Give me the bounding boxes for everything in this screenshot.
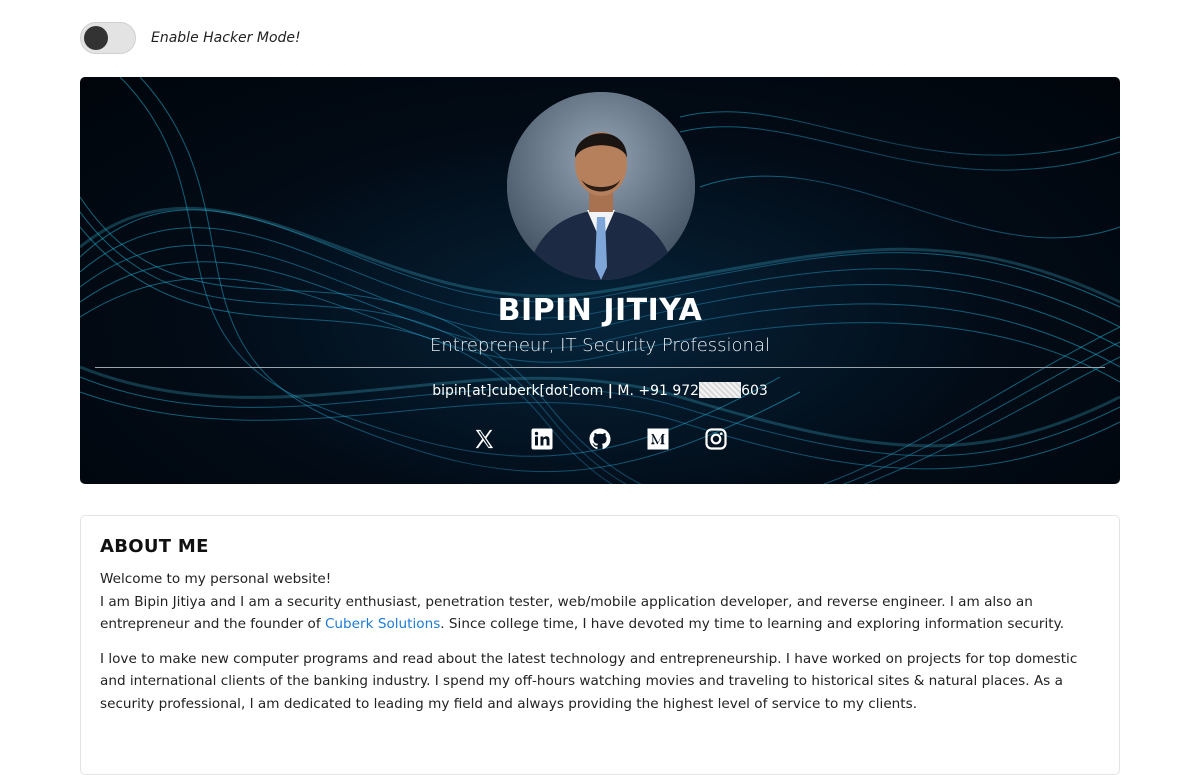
about-paragraph-1: Welcome to my personal website! I am Bip… [100,568,1100,636]
instagram-icon[interactable] [704,427,728,451]
about-section: ABOUT ME Welcome to my personal website!… [80,515,1120,775]
contact-phone-suffix: 603 [741,383,768,399]
about-paragraph-2: I love to make new computer programs and… [100,650,1078,712]
x-icon[interactable] [472,427,496,451]
profile-name: BIPIN JITIYA [497,293,703,328]
contact-line: bipin[at]cuberk[dot]com | M. +91 972 603 [80,382,1120,399]
redacted-phone-digits [699,382,742,398]
contact-phone-prefix: M. +91 972 [617,383,700,399]
profile-subtitle: Entrepreneur, IT Security Professional [430,335,770,356]
medium-icon[interactable] [646,427,670,451]
contact-email: bipin[at]cuberk[dot]com [432,383,604,399]
profile-photo [507,92,695,280]
about-intro: Welcome to my personal website! [100,571,332,587]
hacker-mode-toggle[interactable] [80,22,136,54]
social-links [80,427,1120,451]
about-heading: ABOUT ME [100,536,209,557]
hacker-mode-label: Enable Hacker Mode! [151,30,301,46]
hacker-mode-row: Enable Hacker Mode! [80,22,301,54]
linkedin-icon[interactable] [530,427,554,451]
profile-header: BIPIN JITIYA Entrepreneur, IT Security P… [80,77,1120,484]
header-divider [95,367,1105,368]
contact-separator: | [607,383,613,399]
toggle-knob [84,26,108,50]
github-icon[interactable] [588,427,612,451]
cuberk-solutions-link[interactable]: Cuberk Solutions [325,616,440,632]
about-text: . Since college time, I have devoted my … [440,616,1065,632]
